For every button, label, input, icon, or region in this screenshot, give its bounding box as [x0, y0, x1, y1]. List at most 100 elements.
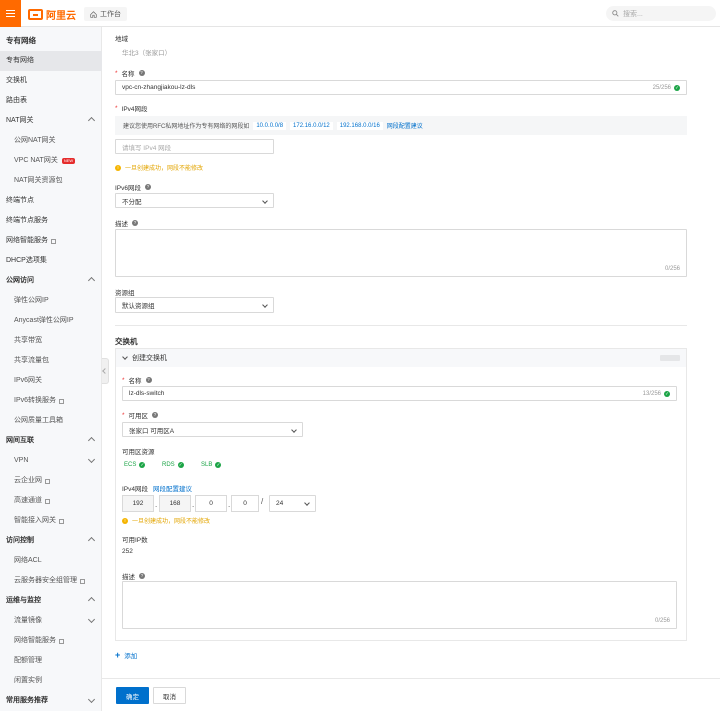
sidebar-item[interactable]: 网络ACL — [0, 551, 102, 571]
ipv6-select[interactable]: 不分配 — [115, 193, 274, 208]
sidebar-item[interactable]: 公网质量工具箱 — [0, 411, 102, 431]
logo-mark-icon — [28, 9, 43, 20]
sidebar-item-label: 云企业网 — [14, 477, 42, 484]
sidebar-item-label: 终端节点 — [6, 197, 34, 204]
check-icon: ✓ — [674, 84, 680, 91]
external-link-icon — [59, 638, 64, 644]
vpc-name-counter: 25/256 ✓ — [652, 84, 680, 91]
help-icon[interactable]: ? — [132, 220, 138, 226]
zone-resources-label: 可用区资源 — [122, 449, 155, 456]
sidebar-item-label: 公网NAT网关 — [14, 137, 56, 144]
menu-icon[interactable] — [0, 0, 21, 27]
add-vswitch-link[interactable]: + 添加 — [115, 650, 137, 660]
sidebar-item[interactable]: 网络智能服务 — [0, 231, 102, 251]
resource-group-select[interactable]: 默认资源组 — [115, 297, 274, 313]
cidr-tag-172[interactable]: 172.16.0.0/12 — [290, 121, 333, 130]
help-icon[interactable]: ? — [139, 573, 145, 579]
sidebar-item[interactable]: 访问控制 — [0, 531, 102, 551]
sidebar-item[interactable]: 网络智能服务 — [0, 631, 102, 651]
vpc-ipv4-label: * IPv4网段 — [115, 104, 148, 114]
workbench-button[interactable]: 工作台 — [84, 7, 127, 21]
help-icon[interactable]: ? — [152, 412, 159, 418]
ip-segment-3[interactable]: 0 — [195, 495, 227, 512]
ipv4-suggestion-link[interactable]: 网段配置建议 — [387, 121, 423, 130]
vswitch-name-counter: 13/256 ✓ — [642, 390, 670, 397]
sidebar-item[interactable]: 共享带宽 — [0, 331, 102, 351]
sidebar-item[interactable]: IPv6转换服务 — [0, 391, 102, 411]
zone-select[interactable]: 张家口 可用区A — [122, 422, 303, 437]
help-icon[interactable]: ? — [145, 184, 152, 190]
vswitch-desc-textarea[interactable]: 0/256 — [122, 581, 677, 629]
ip-segment-4[interactable]: 0 — [231, 495, 259, 512]
sidebar-item[interactable]: 配额管理 — [0, 651, 102, 671]
sidebar-item[interactable]: 常用服务推荐 — [0, 691, 102, 711]
sidebar-item[interactable]: 专有网络 — [0, 51, 102, 71]
vpc-desc-counter: 0/256 — [664, 266, 680, 272]
top-bar: 阿里云 工作台 搜索... — [0, 0, 720, 27]
vpc-desc-textarea[interactable]: 0/256 — [115, 229, 687, 277]
cancel-button[interactable]: 取消 — [153, 687, 186, 704]
sidebar-item[interactable]: NAT网关资源包 — [0, 171, 102, 191]
sidebar-item[interactable]: 高速通道 — [0, 491, 102, 511]
sidebar-item[interactable]: 公网访问 — [0, 271, 102, 291]
chevron-down-icon — [291, 427, 297, 433]
vpc-name-input[interactable]: vpc-cn-zhangjiakou-lz-dls 25/256 ✓ — [115, 80, 687, 95]
mask-select[interactable]: 24 — [269, 495, 316, 512]
vpc-ipv4-input[interactable]: 请填写 IPv4 网段 — [115, 139, 274, 154]
sidebar-item-label: 流量镜像 — [14, 617, 42, 624]
vswitch-card-header[interactable]: 创建交换机 — [116, 349, 686, 367]
sidebar-item-label: 网络ACL — [14, 557, 42, 564]
sidebar-collapse-toggle[interactable] — [102, 358, 109, 384]
resource-ecs: ECS ✓ — [124, 462, 146, 468]
region-value: 华北3（张家口） — [122, 50, 172, 57]
plus-icon: + — [115, 650, 121, 660]
vswitch-card-title: 创建交换机 — [132, 355, 167, 362]
sidebar-item[interactable]: IPv6网关 — [0, 371, 102, 391]
sidebar-item[interactable]: VPC NAT网关 NEW — [0, 151, 102, 171]
chevron-up-icon — [87, 116, 96, 125]
sidebar-item[interactable]: 终端节点服务 — [0, 211, 102, 231]
sidebar-item-label: 弹性公网IP — [14, 297, 49, 304]
sidebar-item-label: 访问控制 — [6, 537, 34, 544]
confirm-button[interactable]: 确定 — [116, 687, 149, 704]
external-link-icon — [45, 478, 50, 484]
sidebar-item[interactable]: 流量镜像 — [0, 611, 102, 631]
sidebar-item[interactable]: Anycast弹性公网IP — [0, 311, 102, 331]
sidebar-item[interactable]: DHCP选项集 — [0, 251, 102, 271]
chevron-down-icon — [87, 695, 96, 704]
search-placeholder: 搜索... — [623, 10, 643, 18]
sidebar-item[interactable]: VPN — [0, 451, 102, 471]
help-icon[interactable]: ? — [138, 70, 145, 76]
chevron-up-icon — [87, 436, 96, 445]
vswitch-ipv4-suggestion-link[interactable]: 网段配置建议 — [153, 483, 192, 493]
aliyun-logo[interactable]: 阿里云 — [28, 7, 76, 22]
sidebar-item-label: 网络智能服务 — [6, 237, 48, 244]
sidebar-item[interactable]: 共享流量包 — [0, 351, 102, 371]
footer-divider — [102, 678, 720, 679]
sidebar-item-label: NAT网关 — [6, 117, 34, 124]
sidebar-item-label: VPN — [14, 457, 29, 464]
sidebar-item[interactable]: NAT网关 — [0, 111, 102, 131]
sidebar-item[interactable]: 路由表 — [0, 91, 102, 111]
sidebar-item[interactable]: 交换机 — [0, 71, 102, 91]
help-icon[interactable]: ? — [145, 377, 152, 383]
cidr-tag-10[interactable]: 10.0.0.0/8 — [253, 121, 287, 130]
sidebar-item[interactable]: 弹性公网IP — [0, 291, 102, 311]
cidr-tag-192[interactable]: 192.168.0.0/16 — [336, 121, 383, 130]
vswitch-ipv4-tip: ! 一旦创建成功，网段不能修改 — [122, 516, 210, 525]
sidebar-item[interactable]: 网间互联 — [0, 431, 102, 451]
sidebar-item[interactable]: 智能接入网关 — [0, 511, 102, 531]
sidebar-item[interactable]: 运维与监控 — [0, 591, 102, 611]
sidebar-item-label: 网间互联 — [6, 437, 34, 444]
sidebar-item[interactable]: 闲置实例 — [0, 671, 102, 691]
check-icon: ✓ — [215, 462, 222, 468]
chevron-down-icon — [262, 198, 268, 204]
sidebar-item[interactable]: 云企业网 — [0, 471, 102, 491]
sidebar-item-label: 终端节点服务 — [6, 217, 48, 224]
vswitch-desc-label: 描述? — [122, 573, 145, 581]
sidebar-item[interactable]: 云服务器安全组管理 — [0, 571, 102, 591]
vswitch-name-input[interactable]: lz-dls-switch 13/256 ✓ — [122, 386, 677, 401]
sidebar-item[interactable]: 终端节点 — [0, 191, 102, 211]
sidebar-item[interactable]: 公网NAT网关 — [0, 131, 102, 151]
search-input[interactable]: 搜索... — [606, 6, 716, 21]
